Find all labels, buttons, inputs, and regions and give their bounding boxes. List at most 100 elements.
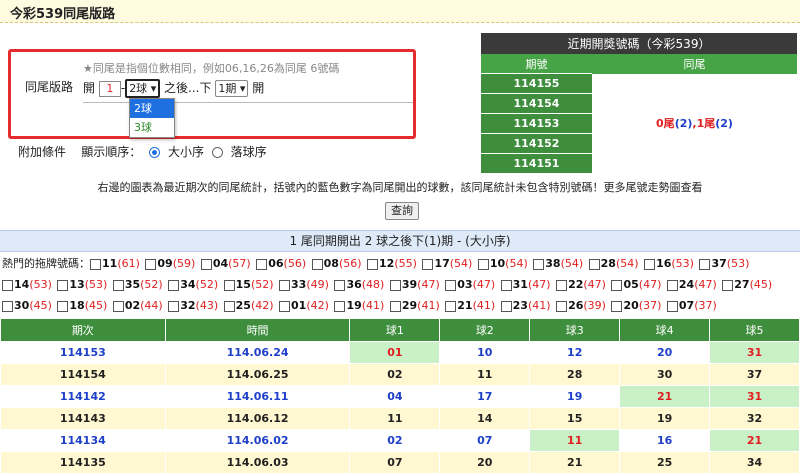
- checkbox[interactable]: [223, 300, 235, 312]
- hot-number-item[interactable]: 02(44): [112, 299, 163, 312]
- hot-number-item[interactable]: 31(47): [500, 278, 551, 291]
- checkbox[interactable]: [666, 300, 678, 312]
- query-button[interactable]: 查詢: [385, 202, 419, 220]
- checkbox[interactable]: [556, 279, 568, 291]
- hot-number-item[interactable]: 11(61): [90, 257, 140, 270]
- row-period[interactable]: 114142: [0, 385, 166, 408]
- row-period[interactable]: 114134: [0, 429, 166, 452]
- hot-number-item[interactable]: 03(47): [445, 278, 495, 291]
- checkbox[interactable]: [477, 258, 489, 270]
- checkbox[interactable]: [611, 279, 623, 291]
- hot-number-item[interactable]: 16(53): [644, 257, 694, 270]
- recent-period[interactable]: 114154: [481, 93, 592, 114]
- hot-number-item[interactable]: 29(41): [389, 299, 440, 312]
- checkbox[interactable]: [722, 279, 734, 291]
- hot-number-item[interactable]: 20(37): [611, 299, 661, 312]
- hot-number-item[interactable]: 37(53): [699, 257, 749, 270]
- checkbox[interactable]: [200, 258, 212, 270]
- hot-number-item[interactable]: 35(52): [112, 278, 163, 291]
- checkbox[interactable]: [556, 300, 568, 312]
- checkbox[interactable]: [367, 258, 379, 270]
- hot-number-item[interactable]: 12(55): [367, 257, 417, 270]
- hot-number-item[interactable]: 32(43): [168, 299, 218, 312]
- period-select[interactable]: 1期 ▾: [215, 80, 249, 97]
- recent-period[interactable]: 114152: [481, 133, 592, 154]
- recent-period[interactable]: 114153: [481, 113, 592, 134]
- hot-number-item[interactable]: 24(47): [666, 278, 717, 291]
- checkbox[interactable]: [279, 300, 291, 312]
- radio-big-small[interactable]: [149, 147, 161, 158]
- hot-number-item[interactable]: 18(45): [57, 299, 107, 312]
- hot-number-item[interactable]: 30(45): [2, 299, 52, 312]
- checkbox[interactable]: [644, 258, 656, 270]
- checkbox[interactable]: [611, 300, 623, 312]
- hot-number-item[interactable]: 19(41): [334, 299, 384, 312]
- row-period[interactable]: 114135: [0, 451, 166, 474]
- checkbox[interactable]: [256, 258, 268, 270]
- recent-period[interactable]: 114155: [481, 73, 592, 94]
- checkbox[interactable]: [112, 279, 124, 291]
- ball-option-2[interactable]: 2球: [130, 99, 174, 118]
- hot-number-item[interactable]: 04(57): [200, 257, 251, 270]
- checkbox[interactable]: [223, 279, 235, 291]
- hot-number-item[interactable]: 14(53): [2, 278, 52, 291]
- hot-number-item[interactable]: 15(52): [223, 278, 274, 291]
- checkbox[interactable]: [2, 279, 13, 291]
- recent-period[interactable]: 114151: [481, 153, 592, 173]
- hot-number-item[interactable]: 10(54): [477, 257, 528, 270]
- hot-number-item[interactable]: 34(52): [168, 278, 218, 291]
- hot-number-item[interactable]: 27(45): [722, 278, 772, 291]
- ball-option-3[interactable]: 3球: [130, 118, 174, 137]
- ball-select[interactable]: 2球 ▾: [125, 79, 161, 98]
- hot-number-item[interactable]: 17(54): [422, 257, 472, 270]
- checkbox[interactable]: [57, 300, 69, 312]
- hot-number-item[interactable]: 28(54): [588, 257, 639, 270]
- hot-number-item[interactable]: 36(48): [334, 278, 384, 291]
- hot-number: 16: [656, 257, 672, 270]
- checkbox[interactable]: [500, 300, 512, 312]
- row-period[interactable]: 114153: [0, 341, 166, 364]
- hot-number-item[interactable]: 22(47): [556, 278, 606, 291]
- hot-number-item[interactable]: 09(59): [145, 257, 195, 270]
- checkbox[interactable]: [145, 258, 157, 270]
- hot-number-item[interactable]: 26(39): [556, 299, 606, 312]
- hot-number-item[interactable]: 33(49): [279, 278, 329, 291]
- hot-number-item[interactable]: 01(42): [279, 299, 329, 312]
- hot-number-item[interactable]: 39(47): [389, 278, 440, 291]
- open-input[interactable]: 1: [98, 80, 121, 97]
- hot-number-item[interactable]: 08(56): [311, 257, 362, 270]
- checkbox[interactable]: [533, 258, 545, 270]
- hot-count: (53): [29, 278, 52, 291]
- hot-number-item[interactable]: 07(37): [666, 299, 717, 312]
- radio-draw-order[interactable]: [211, 147, 223, 158]
- hot-number-item[interactable]: 21(41): [445, 299, 495, 312]
- checkbox[interactable]: [112, 300, 124, 312]
- checkbox[interactable]: [445, 300, 457, 312]
- hot-number-item[interactable]: 05(47): [611, 278, 661, 291]
- checkbox[interactable]: [311, 258, 323, 270]
- checkbox[interactable]: [90, 258, 101, 270]
- hot-number-item[interactable]: 13(53): [57, 278, 107, 291]
- checkbox[interactable]: [168, 300, 180, 312]
- checkbox[interactable]: [699, 258, 711, 270]
- checkbox[interactable]: [334, 300, 346, 312]
- checkbox[interactable]: [334, 279, 346, 291]
- checkbox[interactable]: [500, 279, 512, 291]
- row-period[interactable]: 114143: [0, 407, 166, 430]
- hot-number-item[interactable]: 23(41): [500, 299, 551, 312]
- checkbox[interactable]: [666, 279, 678, 291]
- checkbox[interactable]: [389, 300, 401, 312]
- row-period[interactable]: 114154: [0, 363, 166, 386]
- hot-number-item[interactable]: 06(56): [256, 257, 306, 270]
- checkbox[interactable]: [168, 279, 180, 291]
- checkbox[interactable]: [279, 279, 291, 291]
- checkbox[interactable]: [57, 279, 69, 291]
- hot-number-item[interactable]: 25(42): [223, 299, 274, 312]
- table-row: 114143 114.06.12 11 14 15 19 32: [0, 407, 800, 430]
- hot-number-item[interactable]: 38(54): [533, 257, 583, 270]
- checkbox[interactable]: [588, 258, 600, 270]
- checkbox[interactable]: [389, 279, 401, 291]
- checkbox[interactable]: [422, 258, 434, 270]
- checkbox[interactable]: [445, 279, 457, 291]
- checkbox[interactable]: [2, 300, 13, 312]
